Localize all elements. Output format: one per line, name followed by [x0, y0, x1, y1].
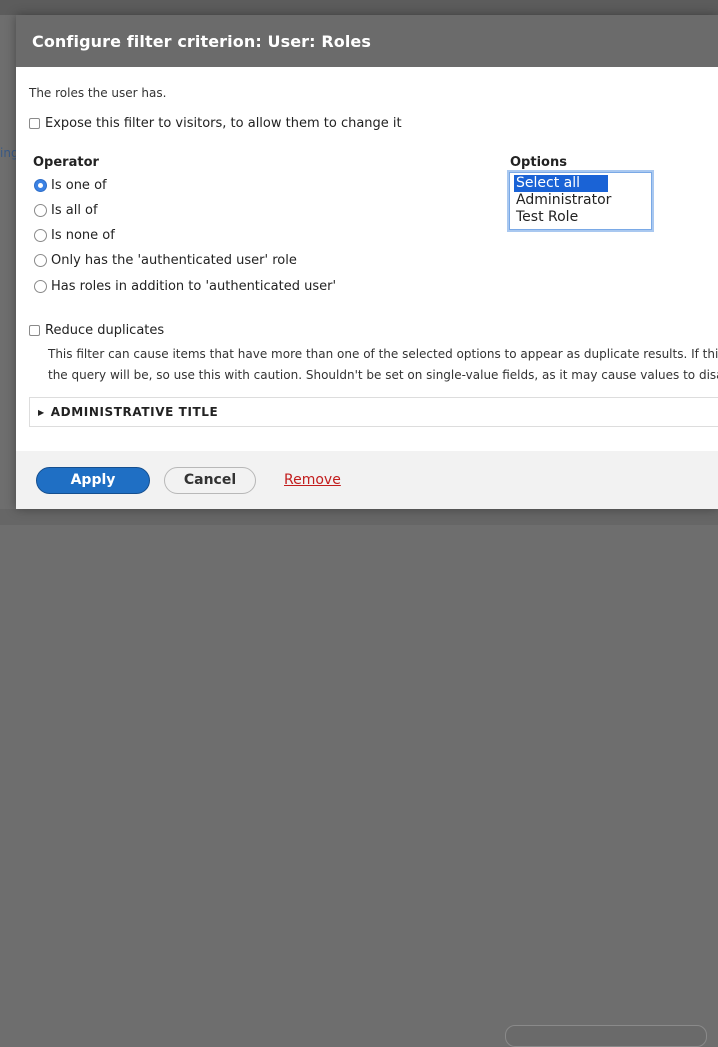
dialog-footer: Apply Cancel Remove [16, 451, 718, 509]
roles-multiselect[interactable]: Select all Administrator Test Role [509, 172, 652, 230]
reduce-duplicates-help: This filter can cause items that have mo… [48, 344, 718, 386]
radio-has-roles-in-addition[interactable] [34, 280, 47, 293]
radio-is-one-of[interactable] [34, 179, 47, 192]
radio-is-all-of[interactable] [34, 204, 47, 217]
operator-option-is-none-of[interactable]: Is none of [34, 228, 115, 243]
administrative-title-details[interactable]: ▶ ADMINISTRATIVE TITLE [29, 397, 718, 427]
background-pill [505, 1025, 707, 1047]
radio-only-authenticated[interactable] [34, 254, 47, 267]
dialog-content: The roles the user has. Expose this filt… [16, 67, 718, 451]
operator-title: Operator [33, 155, 99, 170]
options-title: Options [510, 155, 567, 170]
triangle-right-icon: ▶ [38, 407, 45, 417]
option-select-all[interactable]: Select all [514, 175, 608, 192]
apply-button[interactable]: Apply [36, 466, 150, 494]
operator-option-only-authenticated[interactable]: Only has the 'authenticated user' role [34, 253, 297, 268]
reduce-duplicates-checkbox[interactable] [29, 325, 40, 336]
operator-option-label: Is none of [51, 228, 115, 243]
operator-option-label: Is all of [51, 203, 98, 218]
expose-filter-checkbox[interactable] [29, 118, 40, 129]
option-test-role[interactable]: Test Role [514, 209, 647, 226]
expose-filter-checkbox-row[interactable]: Expose this filter to visitors, to allow… [29, 116, 402, 131]
filter-description: The roles the user has. [29, 86, 167, 100]
dialog-title: Configure filter criterion: User: Roles [16, 15, 718, 67]
expose-filter-label: Expose this filter to visitors, to allow… [45, 116, 402, 131]
operator-option-label: Only has the 'authenticated user' role [51, 253, 297, 268]
remove-link[interactable]: Remove [284, 472, 341, 488]
page-background-footer [0, 509, 718, 1047]
option-administrator[interactable]: Administrator [514, 192, 647, 209]
operator-option-has-roles-in-addition[interactable]: Has roles in addition to 'authenticated … [34, 279, 336, 294]
background-link-fragment: ing [0, 146, 16, 160]
operator-option-label: Has roles in addition to 'authenticated … [51, 279, 337, 294]
help-line-1: This filter can cause items that have mo… [48, 347, 718, 361]
operator-option-is-one-of[interactable]: Is one of [34, 178, 107, 193]
reduce-duplicates-row[interactable]: Reduce duplicates [29, 323, 164, 338]
page-background-header [0, 0, 718, 15]
radio-is-none-of[interactable] [34, 229, 47, 242]
help-line-2: the query will be, so use this with caut… [48, 368, 718, 382]
operator-option-is-all-of[interactable]: Is all of [34, 203, 98, 218]
cancel-button[interactable]: Cancel [164, 466, 256, 494]
filter-config-dialog: Configure filter criterion: User: Roles … [16, 15, 718, 509]
operator-option-label: Is one of [51, 178, 107, 193]
reduce-duplicates-label: Reduce duplicates [45, 323, 165, 338]
administrative-title-label: ADMINISTRATIVE TITLE [50, 405, 219, 419]
